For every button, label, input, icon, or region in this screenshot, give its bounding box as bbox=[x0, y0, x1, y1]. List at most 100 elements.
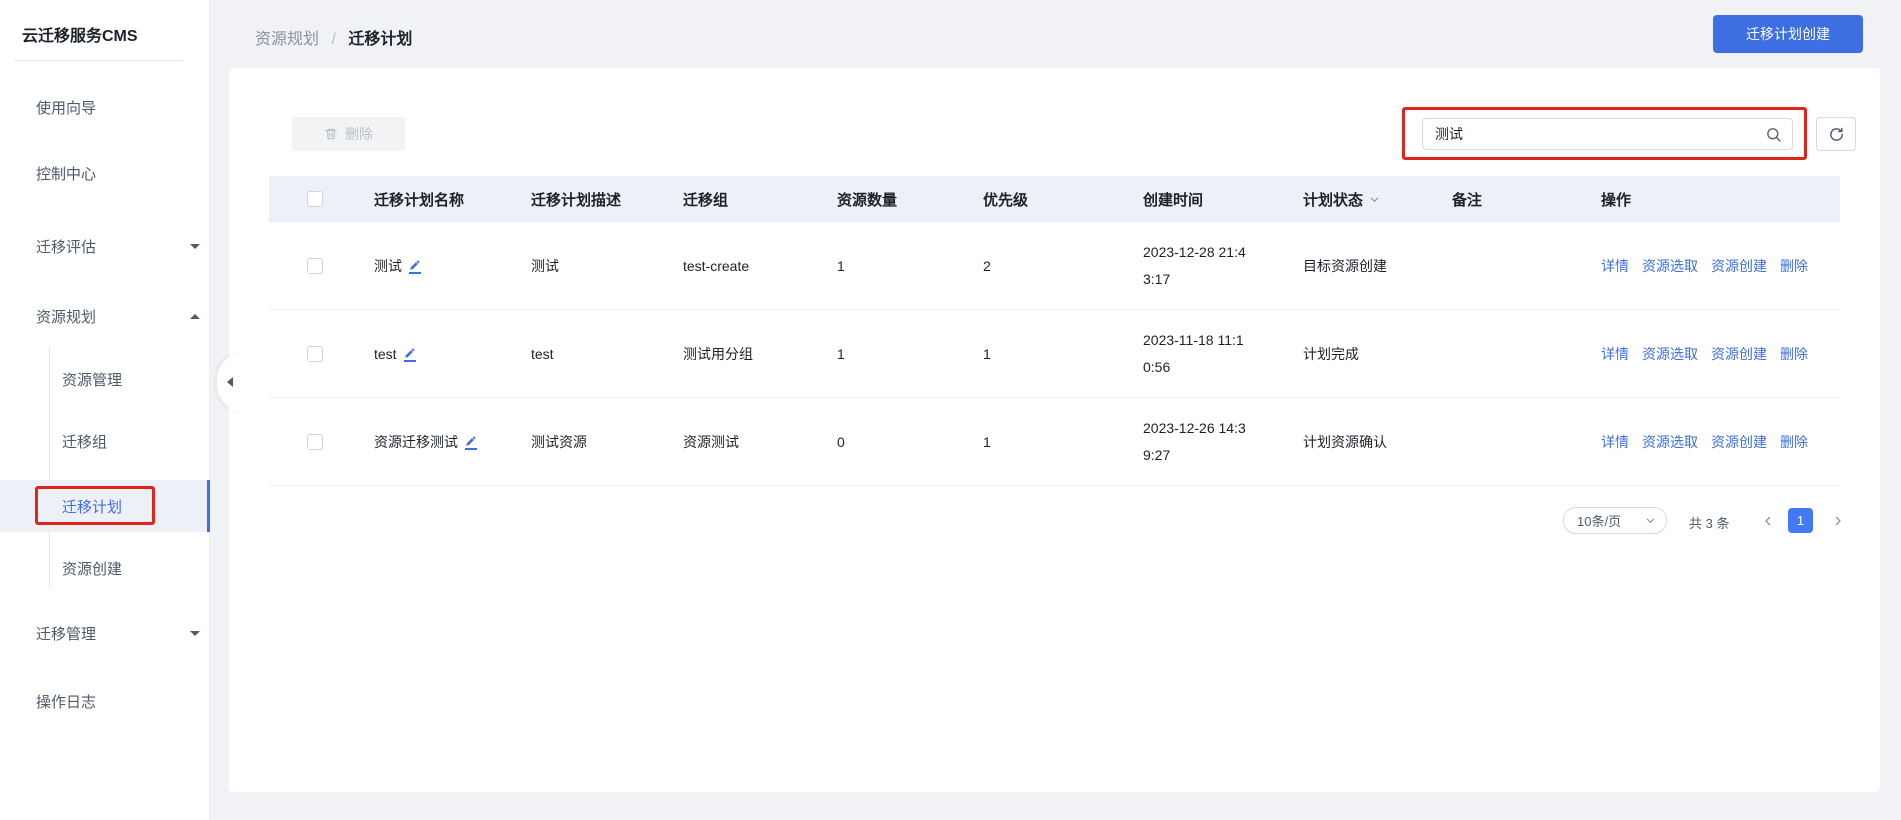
content-card: 删除 迁移计划名称 迁移计划描述 迁移组 资源数量 优先级 创建时间 计划状态 bbox=[229, 68, 1880, 792]
edit-icon[interactable] bbox=[465, 435, 477, 450]
created-time: 2023-12-28 21:4 3:17 bbox=[1143, 244, 1246, 287]
plan-group: test-create bbox=[683, 258, 750, 274]
plan-name: 测试 bbox=[374, 258, 402, 274]
chevron-down-icon bbox=[190, 630, 200, 636]
next-page-button[interactable] bbox=[1825, 508, 1850, 533]
sidebar-item-control-center[interactable]: 控制中心 bbox=[0, 153, 210, 193]
detail-link[interactable]: 详情 bbox=[1601, 344, 1629, 364]
row-operations: 详情 资源选取 资源创建 删除 bbox=[1601, 222, 1821, 310]
table-row: 资源迁移测试 测试资源 资源测试 0 1 2023-12-26 14:3 9:2… bbox=[269, 398, 1840, 486]
collapse-left-icon bbox=[227, 377, 233, 387]
delete-link[interactable]: 删除 bbox=[1780, 432, 1808, 452]
resource-count: 0 bbox=[837, 434, 845, 450]
page-1-button[interactable]: 1 bbox=[1788, 508, 1813, 533]
resource-select-link[interactable]: 资源选取 bbox=[1642, 256, 1698, 276]
plan-desc: test bbox=[531, 346, 554, 362]
column-header-group: 迁移组 bbox=[683, 191, 729, 209]
plan-name: 资源迁移测试 bbox=[374, 434, 458, 450]
resource-create-link[interactable]: 资源创建 bbox=[1711, 344, 1767, 364]
plan-group: 资源测试 bbox=[683, 434, 739, 450]
chevron-down-icon bbox=[190, 243, 200, 249]
detail-link[interactable]: 详情 bbox=[1601, 432, 1629, 452]
sidebar-item-migration-plan[interactable]: 迁移计划 bbox=[0, 480, 210, 532]
sidebar: 云迁移服务CMS 使用向导 控制中心 迁移评估 资源规划 资源管理 迁移组 迁移… bbox=[0, 0, 210, 820]
sidebar-item-label: 资源创建 bbox=[62, 560, 123, 578]
sidebar-item-migration-assessment[interactable]: 迁移评估 bbox=[0, 226, 210, 266]
row-operations: 详情 资源选取 资源创建 删除 bbox=[1601, 398, 1821, 486]
search-input[interactable] bbox=[1423, 119, 1792, 149]
sidebar-item-label: 迁移管理 bbox=[36, 625, 97, 643]
plan-desc: 测试 bbox=[531, 258, 559, 274]
sidebar-item-label: 资源规划 bbox=[36, 308, 97, 326]
column-header-plan-desc: 迁移计划描述 bbox=[531, 191, 622, 209]
trash-icon bbox=[324, 127, 338, 141]
breadcrumb-parent[interactable]: 资源规划 bbox=[255, 31, 319, 48]
sidebar-item-label: 控制中心 bbox=[36, 165, 97, 183]
delete-button[interactable]: 删除 bbox=[292, 117, 405, 151]
created-time: 2023-12-26 14:3 9:27 bbox=[1143, 420, 1246, 463]
row-checkbox[interactable] bbox=[307, 346, 323, 362]
create-migration-plan-button[interactable]: 迁移计划创建 bbox=[1713, 15, 1863, 53]
priority: 2 bbox=[983, 258, 991, 274]
breadcrumb-separator: / bbox=[331, 31, 336, 48]
column-header-priority: 优先级 bbox=[983, 191, 1029, 209]
resource-select-link[interactable]: 资源选取 bbox=[1642, 344, 1698, 364]
plan-status: 计划资源确认 bbox=[1303, 434, 1387, 450]
sidebar-divider bbox=[14, 60, 182, 61]
table-row: test test 测试用分组 1 1 2023-11-18 11:1 0:56… bbox=[269, 310, 1840, 398]
page-size-value: 10条/页 bbox=[1577, 514, 1622, 529]
plan-status: 目标资源创建 bbox=[1303, 258, 1387, 274]
table-row: 测试 测试 test-create 1 2 2023-12-28 21:4 3:… bbox=[269, 222, 1840, 310]
resource-count: 1 bbox=[837, 258, 845, 274]
column-header-remark: 备注 bbox=[1452, 191, 1483, 209]
chevron-up-icon bbox=[190, 313, 200, 319]
row-checkbox[interactable] bbox=[307, 434, 323, 450]
total-count: 共 3 条 bbox=[1689, 516, 1730, 531]
priority: 1 bbox=[983, 346, 991, 362]
table-header: 迁移计划名称 迁移计划描述 迁移组 资源数量 优先级 创建时间 计划状态 备注 … bbox=[269, 176, 1840, 222]
resource-create-link[interactable]: 资源创建 bbox=[1711, 256, 1767, 276]
resource-create-link[interactable]: 资源创建 bbox=[1711, 432, 1767, 452]
detail-link[interactable]: 详情 bbox=[1601, 256, 1629, 276]
sidebar-item-label: 迁移计划 bbox=[62, 498, 123, 516]
prev-page-button[interactable] bbox=[1755, 508, 1780, 533]
plan-status: 计划完成 bbox=[1303, 346, 1359, 362]
breadcrumb-current: 迁移计划 bbox=[348, 31, 413, 48]
sidebar-item-usage-guide[interactable]: 使用向导 bbox=[0, 87, 210, 127]
sidebar-item-migration-group[interactable]: 迁移组 bbox=[0, 421, 210, 461]
sidebar-item-label: 使用向导 bbox=[36, 99, 97, 117]
edit-icon[interactable] bbox=[403, 347, 416, 362]
page: 云迁移服务CMS 使用向导 控制中心 迁移评估 资源规划 资源管理 迁移组 迁移… bbox=[0, 0, 1901, 820]
sidebar-item-migration-management[interactable]: 迁移管理 bbox=[0, 613, 210, 653]
sidebar-item-resource-management[interactable]: 资源管理 bbox=[0, 359, 210, 399]
sidebar-item-operation-log[interactable]: 操作日志 bbox=[0, 681, 210, 721]
refresh-button[interactable] bbox=[1816, 117, 1856, 151]
delete-link[interactable]: 删除 bbox=[1780, 256, 1808, 276]
delete-link[interactable]: 删除 bbox=[1780, 344, 1808, 364]
plan-group: 测试用分组 bbox=[683, 346, 753, 362]
edit-icon[interactable] bbox=[409, 259, 421, 274]
sidebar-collapse-handle[interactable] bbox=[217, 353, 243, 411]
sidebar-item-resource-planning[interactable]: 资源规划 bbox=[0, 296, 210, 336]
column-header-operations: 操作 bbox=[1601, 191, 1632, 209]
column-header-label: 计划状态 bbox=[1303, 191, 1364, 209]
search-icon[interactable] bbox=[1765, 126, 1782, 148]
column-header-plan-status: 计划状态 bbox=[1303, 176, 1380, 222]
sidebar-item-label: 资源管理 bbox=[62, 371, 123, 389]
page-size-select[interactable]: 10条/页 bbox=[1563, 507, 1667, 534]
column-header-resource-count: 资源数量 bbox=[837, 191, 898, 209]
resource-select-link[interactable]: 资源选取 bbox=[1642, 432, 1698, 452]
row-checkbox[interactable] bbox=[307, 258, 323, 274]
sidebar-item-label: 迁移评估 bbox=[36, 238, 97, 256]
status-filter-chevron-icon[interactable] bbox=[1369, 194, 1380, 205]
refresh-icon bbox=[1828, 126, 1845, 143]
sidebar-item-label: 操作日志 bbox=[36, 693, 97, 711]
sidebar-item-resource-creation[interactable]: 资源创建 bbox=[0, 548, 210, 588]
app-title: 云迁移服务CMS bbox=[22, 28, 138, 45]
plan-name: test bbox=[374, 346, 397, 362]
column-header-created-time: 创建时间 bbox=[1143, 191, 1204, 209]
chevron-down-icon bbox=[1645, 515, 1656, 526]
breadcrumb: 资源规划 / 迁移计划 bbox=[255, 25, 412, 49]
select-all-checkbox[interactable] bbox=[307, 191, 323, 207]
delete-button-label: 删除 bbox=[345, 126, 373, 142]
